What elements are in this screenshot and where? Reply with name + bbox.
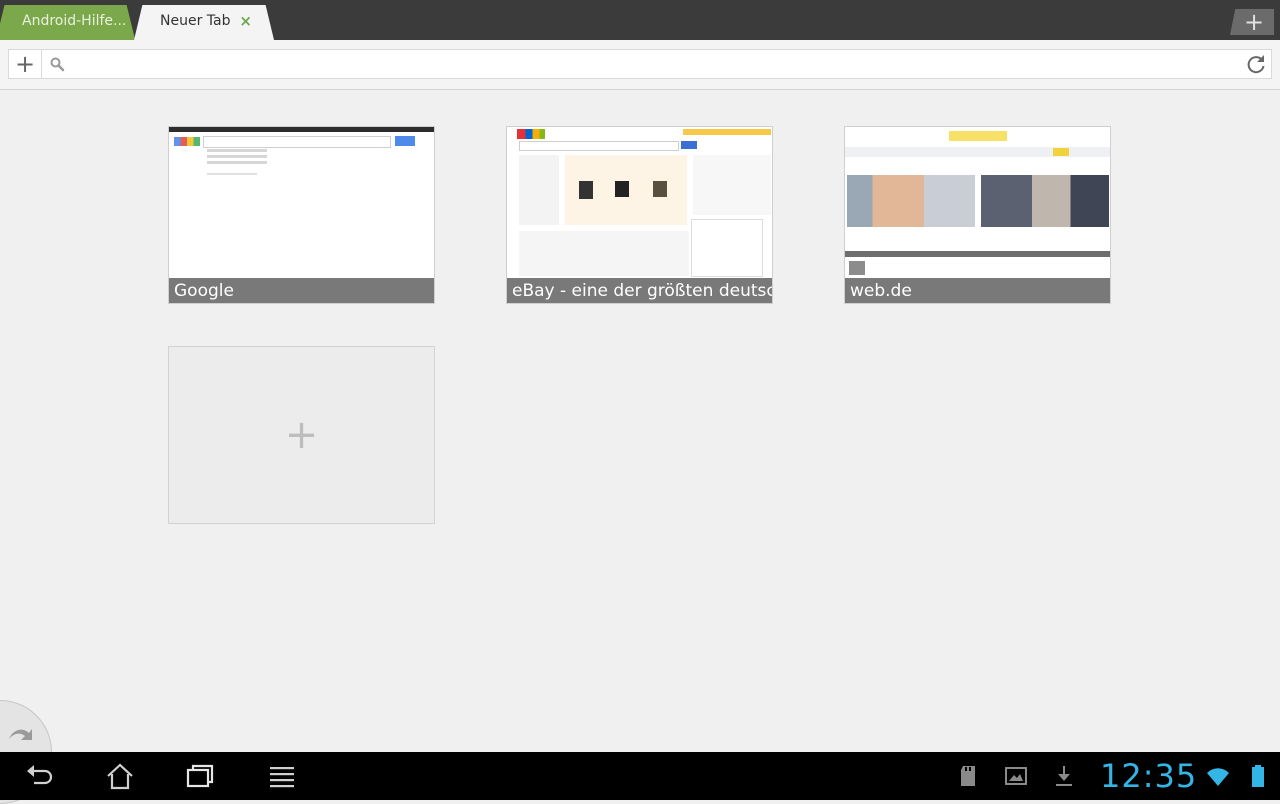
preview-image — [849, 261, 865, 275]
tab-label: Neuer Tab — [160, 13, 231, 29]
preview-navbar — [845, 147, 1110, 157]
screenshot-icon — [1005, 767, 1027, 785]
recent-apps-icon[interactable] — [184, 760, 216, 792]
preview-product — [615, 181, 629, 197]
preview-logo — [517, 129, 545, 139]
thumbnail-title: web.de — [845, 278, 1110, 303]
menu-icon[interactable] — [266, 760, 298, 792]
preview-product — [579, 181, 593, 199]
add-speed-dial-tile[interactable]: + — [168, 346, 435, 524]
preview-searchbutton — [681, 141, 697, 149]
speed-dial-ebay[interactable]: eBay - eine der größten deutsch... — [506, 126, 773, 304]
preview-banner — [949, 131, 1007, 141]
preview-product — [653, 181, 667, 197]
tab-close-icon[interactable]: × — [239, 12, 252, 30]
preview-searchbox — [519, 141, 679, 151]
thumbnail-title: eBay - eine der größten deutsch... — [507, 278, 772, 303]
new-tab-button[interactable]: + — [1230, 9, 1274, 35]
preview-line — [207, 149, 267, 152]
search-icon — [50, 57, 65, 72]
preview-banner — [683, 129, 771, 135]
tab-strip: Android-Hilfe... Neuer Tab × + — [0, 0, 1280, 40]
thumbnail-title: Google — [169, 278, 434, 303]
sd-card-icon — [961, 766, 975, 786]
battery-icon — [1252, 765, 1264, 787]
tab-label: Android-Hilfe... — [22, 13, 127, 29]
tab-android-hilfe[interactable]: Android-Hilfe... — [0, 5, 136, 40]
preview-popup — [691, 219, 763, 277]
preview-line — [207, 173, 257, 175]
preview-searchbutton — [1053, 148, 1069, 156]
reload-icon[interactable] — [1245, 53, 1267, 75]
preview-section — [519, 231, 689, 276]
preview-bar — [845, 251, 1110, 257]
wifi-icon — [1207, 768, 1229, 786]
home-icon[interactable] — [104, 760, 136, 792]
preview-topbar — [169, 127, 434, 132]
preview-line — [207, 161, 267, 164]
preview-searchbox — [203, 136, 391, 148]
url-bar: + — [8, 49, 1272, 79]
speed-dial-webde[interactable]: web.de — [844, 126, 1111, 304]
pie-control-icon — [9, 729, 32, 740]
add-icon: + — [284, 412, 319, 458]
preview-photo — [847, 175, 975, 227]
tab-neuer-tab[interactable]: Neuer Tab × — [134, 5, 274, 40]
system-bar: 12:35 — [0, 752, 1280, 800]
status-clock: 12:35 — [1100, 757, 1198, 795]
download-icon — [1056, 766, 1072, 786]
preview-logo — [174, 137, 200, 146]
add-bookmark-button[interactable]: + — [9, 50, 42, 78]
url-bar-area: + — [0, 40, 1280, 90]
preview-photo — [981, 175, 1109, 227]
url-input[interactable] — [71, 52, 1235, 78]
preview-searchbutton — [395, 136, 415, 146]
back-icon[interactable] — [24, 760, 56, 792]
preview-line — [207, 155, 267, 158]
preview-ad — [693, 155, 771, 215]
speed-dial-google[interactable]: Google — [168, 126, 435, 304]
preview-sidebar — [519, 155, 559, 225]
